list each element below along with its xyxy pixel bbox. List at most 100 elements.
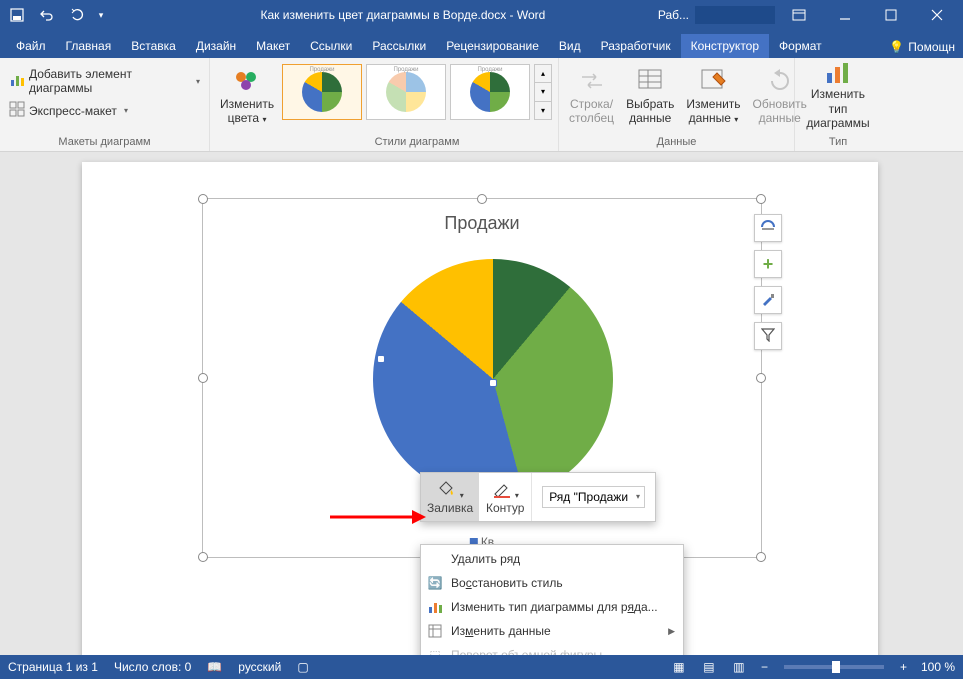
resize-handle-bottom-left[interactable] xyxy=(198,552,208,562)
spellcheck-icon: 📖 xyxy=(207,660,222,674)
chart-side-buttons: + xyxy=(754,214,782,350)
view-read-mode[interactable]: ▦ xyxy=(667,657,691,677)
fill-button[interactable]: ▾ Заливка xyxy=(421,473,479,521)
add-chart-element-icon xyxy=(9,72,25,91)
rotate-3d-icon: ⬚ xyxy=(427,647,443,655)
tab-mailings[interactable]: Рассылки xyxy=(362,34,436,58)
caret-down-icon: ▾ xyxy=(541,87,545,96)
resize-handle-top-left[interactable] xyxy=(198,194,208,204)
paint-bucket-icon: ▾ xyxy=(436,480,463,501)
tab-view[interactable]: Вид xyxy=(549,34,591,58)
menu-delete-series[interactable]: Удалить ряд xyxy=(421,547,683,571)
layout-options-button[interactable] xyxy=(754,214,782,242)
tab-design[interactable]: Дизайн xyxy=(186,34,246,58)
tab-page-layout[interactable]: Макет xyxy=(246,34,300,58)
tab-developer[interactable]: Разработчик xyxy=(591,34,681,58)
menu-3d-rotation: ⬚ Поворот объемной фигуры... xyxy=(421,643,683,655)
plus-icon: + xyxy=(763,254,774,275)
mini-toolbar: ▾ Заливка ▾ Контур Ряд "Продажи xyxy=(420,472,656,522)
zoom-value[interactable]: 100 % xyxy=(921,660,955,674)
ribbon-group-styles: Продажи Продажи Продажи ▴ ▾ ▾ Стили диаг… xyxy=(276,58,559,151)
series-selector[interactable]: Ряд "Продажи xyxy=(531,473,655,521)
dropdown-icon: ▾ xyxy=(196,77,200,86)
ribbon-group-chart-layouts: Добавить элемент диаграммы▾ Экспресс-мак… xyxy=(0,58,210,151)
word-count[interactable]: Число слов: 0 xyxy=(114,660,191,674)
pie-chart[interactable] xyxy=(373,259,613,499)
menu-reset-style[interactable]: 🔄 Восстановить стиль xyxy=(421,571,683,595)
chart-style-2[interactable]: Продажи xyxy=(366,64,446,120)
slice-handle-icon xyxy=(377,355,385,363)
zoom-out-button[interactable]: − xyxy=(757,660,772,674)
chart-style-1[interactable]: Продажи xyxy=(282,64,362,120)
tab-references[interactable]: Ссылки xyxy=(300,34,362,58)
switch-row-column-button: Строка/столбец xyxy=(563,60,620,130)
tab-home[interactable]: Главная xyxy=(56,34,122,58)
web-layout-icon: ▥ xyxy=(733,660,744,674)
zoom-in-button[interactable]: + xyxy=(896,660,911,674)
gallery-down-button[interactable]: ▾ xyxy=(535,83,551,101)
red-arrow-annotation xyxy=(330,508,426,529)
minimize-button[interactable] xyxy=(823,0,867,30)
series-dropdown[interactable]: Ряд "Продажи xyxy=(542,486,645,508)
change-type-icon xyxy=(427,599,443,615)
change-colors-icon xyxy=(231,65,263,97)
menu-edit-data[interactable]: Изменить данные ▶ xyxy=(421,619,683,643)
group-label-layouts: Макеты диаграмм xyxy=(4,134,205,151)
context-menu: Удалить ряд 🔄 Восстановить стиль Изменит… xyxy=(420,544,684,655)
resize-handle-top-right[interactable] xyxy=(756,194,766,204)
ribbon: Добавить элемент диаграммы▾ Экспресс-мак… xyxy=(0,58,963,152)
resize-handle-top-middle[interactable] xyxy=(477,194,487,204)
menu-change-chart-type[interactable]: Изменить тип диаграммы для ряда... xyxy=(421,595,683,619)
reset-style-icon: 🔄 xyxy=(427,575,443,591)
group-label-styles: Стили диаграмм xyxy=(280,134,554,151)
maximize-button[interactable] xyxy=(869,0,913,30)
gallery-up-button[interactable]: ▴ xyxy=(535,65,551,83)
add-chart-element-button[interactable]: Добавить элемент диаграммы▾ xyxy=(4,64,205,98)
chart-style-3[interactable]: Продажи xyxy=(450,64,530,120)
edit-data-icon xyxy=(697,65,729,97)
redo-button[interactable] xyxy=(64,3,90,27)
ribbon-display-options[interactable] xyxy=(777,0,821,30)
edit-data-button[interactable]: Изменитьданные ▾ xyxy=(680,60,746,130)
tab-file[interactable]: Файл xyxy=(6,34,56,58)
edit-data-icon xyxy=(427,623,443,639)
chart-elements-button[interactable]: + xyxy=(754,250,782,278)
status-bar: Страница 1 из 1 Число слов: 0 📖 русский … xyxy=(0,655,963,679)
view-print-layout[interactable]: ▤ xyxy=(697,657,721,677)
gallery-more-button[interactable]: ▾ xyxy=(535,102,551,119)
funnel-icon xyxy=(761,328,775,345)
change-chart-type-icon xyxy=(822,59,854,87)
save-button[interactable] xyxy=(4,3,30,27)
spellcheck-button[interactable]: 📖 xyxy=(207,660,222,674)
refresh-data-button: Обновитьданные xyxy=(747,60,813,130)
tab-chart-constructor[interactable]: Конструктор xyxy=(681,34,769,58)
chart-title[interactable]: Продажи xyxy=(203,199,761,234)
tab-review[interactable]: Рецензирование xyxy=(436,34,549,58)
undo-button[interactable] xyxy=(34,3,60,27)
chart-filters-button[interactable] xyxy=(754,322,782,350)
read-mode-icon: ▦ xyxy=(673,660,684,674)
qat-customize-button[interactable]: ▾ xyxy=(94,3,108,27)
dropdown-icon: ▾ xyxy=(124,106,128,115)
tab-chart-format[interactable]: Формат xyxy=(769,34,832,58)
macro-button[interactable]: ▢ xyxy=(297,660,308,674)
chart-styles-button[interactable] xyxy=(754,286,782,314)
ribbon-group-data: Строка/столбец Выбратьданные Изменитьдан… xyxy=(559,58,795,151)
change-colors-button[interactable]: Изменить цвета ▾ xyxy=(214,60,280,130)
resize-handle-bottom-right[interactable] xyxy=(756,552,766,562)
page-indicator[interactable]: Страница 1 из 1 xyxy=(8,660,98,674)
resize-handle-mid-right[interactable] xyxy=(756,373,766,383)
zoom-slider-thumb[interactable] xyxy=(832,661,840,673)
tell-me-button[interactable]: 💡Помощн xyxy=(881,36,963,58)
select-data-button[interactable]: Выбратьданные xyxy=(620,60,680,130)
tab-insert[interactable]: Вставка xyxy=(121,34,186,58)
user-avatar-placeholder[interactable] xyxy=(695,6,775,24)
outline-button[interactable]: ▾ Контур xyxy=(479,473,531,521)
zoom-slider[interactable] xyxy=(784,665,884,669)
quick-layout-button[interactable]: Экспресс-макет▾ xyxy=(4,98,133,123)
language-indicator[interactable]: русский xyxy=(238,660,281,674)
view-web-layout[interactable]: ▥ xyxy=(727,657,751,677)
refresh-data-icon xyxy=(764,65,796,97)
close-button[interactable] xyxy=(915,0,959,30)
resize-handle-mid-left[interactable] xyxy=(198,373,208,383)
